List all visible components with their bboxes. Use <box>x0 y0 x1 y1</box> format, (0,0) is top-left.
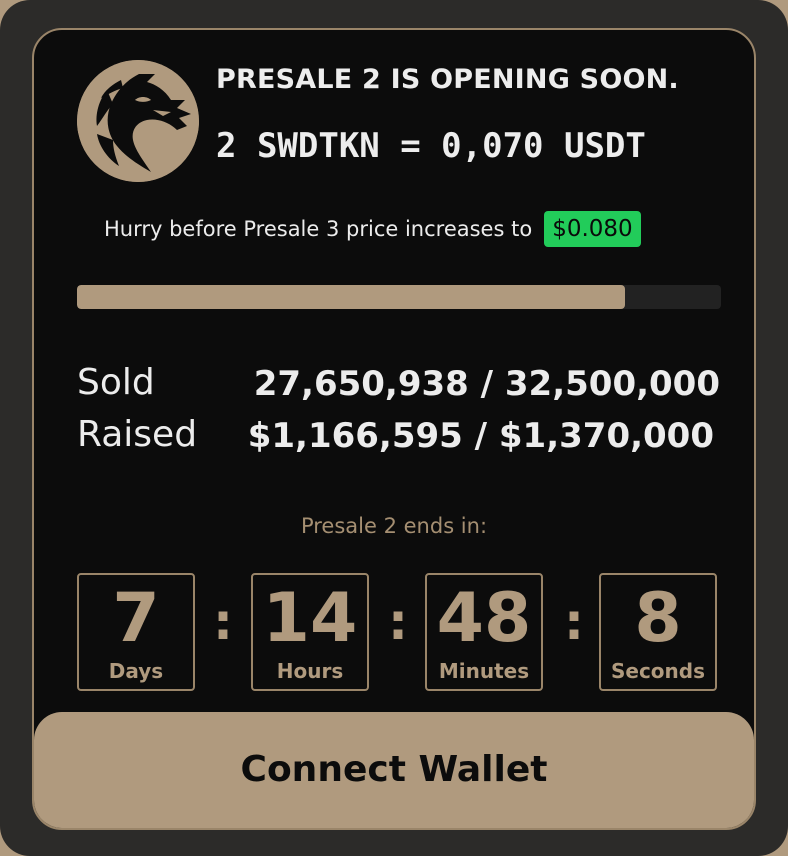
countdown-hours: 14 Hours <box>251 573 369 691</box>
token-rate: 2 SWDTKN = 0,070 USDT <box>216 126 646 166</box>
widget-frame: PRESALE 2 IS OPENING SOON. 2 SWDTKN = 0,… <box>0 0 788 856</box>
countdown-hours-unit: Hours <box>276 659 344 683</box>
next-price-badge: $0.080 <box>544 211 641 247</box>
sold-label: Sold <box>77 362 155 403</box>
countdown-days-value: 7 <box>112 579 160 658</box>
countdown-minutes-value: 48 <box>436 579 532 658</box>
countdown-seconds-value: 8 <box>634 579 682 658</box>
countdown-separator: : <box>564 593 584 651</box>
countdown-seconds: 8 Seconds <box>599 573 717 691</box>
countdown-seconds-unit: Seconds <box>610 659 706 683</box>
price-increase-notice: Hurry before Presale 3 price increases t… <box>104 210 641 248</box>
countdown-days: 7 Days <box>77 573 195 691</box>
presale-status-title: PRESALE 2 IS OPENING SOON. <box>216 64 679 95</box>
countdown-minutes: 48 Minutes <box>425 573 543 691</box>
countdown-minutes-unit: Minutes <box>438 659 530 683</box>
connect-wallet-button[interactable]: Connect Wallet <box>34 712 754 828</box>
sale-progress-fill <box>77 285 625 309</box>
countdown-separator: : <box>213 593 233 651</box>
countdown-label: Presale 2 ends in: <box>300 514 488 538</box>
raised-label: Raised <box>77 414 198 455</box>
countdown-hours-value: 14 <box>262 579 358 658</box>
dragon-logo-icon <box>77 60 199 182</box>
sold-value: 27,650,938 / 32,500,000 <box>253 364 720 404</box>
countdown-timer: 7 Days : 14 Hours : 48 Minutes : 8 Secon… <box>77 573 719 693</box>
sale-progress-bar <box>77 285 721 309</box>
countdown-separator: : <box>388 593 408 651</box>
countdown-days-unit: Days <box>108 659 164 683</box>
presale-card: PRESALE 2 IS OPENING SOON. 2 SWDTKN = 0,… <box>32 28 756 830</box>
raised-value: $1,166,595 / $1,370,000 <box>247 416 714 456</box>
price-increase-text: Hurry before Presale 3 price increases t… <box>104 217 533 241</box>
